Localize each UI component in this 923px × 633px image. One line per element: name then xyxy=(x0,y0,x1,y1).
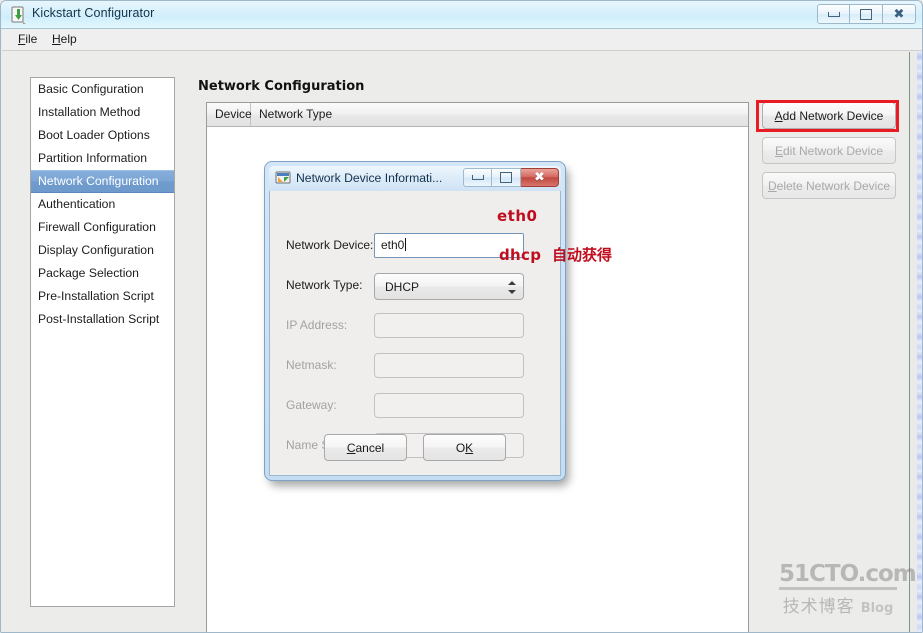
column-header-network-type[interactable]: Network Type xyxy=(251,103,421,126)
sidebar-item-label: Firewall Configuration xyxy=(38,220,156,234)
kickstart-icon xyxy=(11,6,26,24)
sidebar-item-label: Post-Installation Script xyxy=(38,312,160,326)
edit-network-device-label: dit Network Device xyxy=(782,143,884,158)
window-edge-strip-inner xyxy=(910,52,917,632)
minimize-button[interactable] xyxy=(817,4,850,24)
network-device-value: eth0 xyxy=(381,238,405,252)
menu-help[interactable]: Help xyxy=(48,32,81,46)
edit-network-device-button[interactable]: Edit Network Device xyxy=(762,137,896,164)
network-type-value: DHCP xyxy=(385,280,420,294)
column-header-device[interactable]: Device xyxy=(207,103,252,126)
gateway-label: Gateway: xyxy=(286,398,337,412)
sidebar-item-label: Basic Configuration xyxy=(38,82,144,96)
sidebar-item-label: Boot Loader Options xyxy=(38,128,150,142)
window-controls: ✖ xyxy=(817,4,916,24)
dialog-titlebar: Network Device Informati... ✖ xyxy=(269,166,561,191)
sidebar-item-label: Package Selection xyxy=(38,266,139,280)
window-edge-strip xyxy=(909,52,922,632)
dialog-footer: Cancel OK xyxy=(270,434,560,461)
menu-file-label: ile xyxy=(25,32,38,46)
section-list[interactable]: Basic Configuration Installation Method … xyxy=(30,77,175,607)
add-network-device-label: dd Network Device xyxy=(782,108,884,123)
network-type-label: Network Type: xyxy=(286,278,363,292)
dialog-maximize-button[interactable] xyxy=(492,168,521,187)
menu-file[interactable]: File xyxy=(14,32,41,46)
dialog-close-button[interactable]: ✖ xyxy=(521,168,559,187)
field-row-network-type: Network Type: DHCP xyxy=(270,273,560,301)
sidebar-item-package-selection[interactable]: Package Selection xyxy=(31,262,174,285)
sidebar-item-firewall-configuration[interactable]: Firewall Configuration xyxy=(31,216,174,239)
network-device-dialog: Network Device Informati... ✖ Network De… xyxy=(264,161,566,481)
sidebar-item-network-configuration[interactable]: Network Configuration xyxy=(31,170,174,193)
network-type-select[interactable]: DHCP xyxy=(374,273,524,300)
window-titlebar: Kickstart Configurator ✖ xyxy=(1,1,922,29)
sidebar-item-label: Display Configuration xyxy=(38,243,154,257)
menubar: File Help xyxy=(2,29,922,51)
ip-address-input[interactable] xyxy=(374,313,524,338)
sidebar-item-partition-information[interactable]: Partition Information xyxy=(31,147,174,170)
minimize-icon xyxy=(827,11,840,17)
maximize-icon xyxy=(500,172,512,183)
netmask-input[interactable] xyxy=(374,353,524,378)
sidebar-item-authentication[interactable]: Authentication xyxy=(31,193,174,216)
add-network-device-button[interactable]: Add Network Device xyxy=(762,102,896,129)
dialog-minimize-button[interactable] xyxy=(463,168,492,187)
cancel-post: ancel xyxy=(355,440,385,455)
network-device-icon xyxy=(275,171,291,184)
gateway-input[interactable] xyxy=(374,393,524,418)
minimize-icon xyxy=(471,175,484,180)
sidebar-item-label: Partition Information xyxy=(38,151,148,165)
close-icon: ✖ xyxy=(893,6,905,22)
table-header-row: Device Network Type xyxy=(207,103,748,127)
ok-pre: O xyxy=(455,440,466,455)
sidebar-item-installation-method[interactable]: Installation Method xyxy=(31,101,174,124)
sidebar-item-display-configuration[interactable]: Display Configuration xyxy=(31,239,174,262)
ok-button[interactable]: OK xyxy=(423,434,506,461)
dialog-body: Network Device: eth0 Network Type: DHCP xyxy=(269,191,561,476)
menu-help-label: elp xyxy=(60,32,77,46)
maximize-button[interactable] xyxy=(850,4,883,24)
sidebar-item-post-installation-script[interactable]: Post-Installation Script xyxy=(31,308,174,331)
field-row-ip-address: IP Address: xyxy=(270,313,560,341)
page-title: Network Configuration xyxy=(198,79,365,94)
sidebar-item-pre-installation-script[interactable]: Pre-Installation Script xyxy=(31,285,174,308)
netmask-label: Netmask: xyxy=(286,358,337,372)
sidebar-item-label: Authentication xyxy=(38,197,116,211)
sidebar-item-basic-configuration[interactable]: Basic Configuration xyxy=(31,78,174,101)
network-device-label: Network Device: xyxy=(286,238,374,252)
delete-network-device-label: elete Network Device xyxy=(776,178,891,193)
text-caret xyxy=(405,238,407,251)
sidebar-item-label: Pre-Installation Script xyxy=(38,289,154,303)
maximize-icon xyxy=(860,8,872,20)
sidebar-item-boot-loader-options[interactable]: Boot Loader Options xyxy=(31,124,174,147)
ip-address-label: IP Address: xyxy=(286,318,348,332)
network-device-input[interactable]: eth0 xyxy=(374,233,524,258)
sidebar-item-label: Installation Method xyxy=(38,105,141,119)
device-action-buttons: Add Network Device Edit Network Device D… xyxy=(762,102,896,207)
screenshot-root: Kickstart Configurator ✖ File Help Basic… xyxy=(0,0,923,633)
window-title: Kickstart Configurator xyxy=(32,6,155,20)
application-window: Kickstart Configurator ✖ File Help Basic… xyxy=(0,0,923,633)
delete-network-device-button[interactable]: Delete Network Device xyxy=(762,172,896,199)
dialog-title: Network Device Informati... xyxy=(296,171,443,185)
sidebar-item-label: Network Configuration xyxy=(38,174,159,188)
dialog-window-controls: ✖ xyxy=(463,168,559,187)
field-row-network-device: Network Device: eth0 xyxy=(270,233,560,261)
close-button[interactable]: ✖ xyxy=(883,4,916,24)
cancel-button[interactable]: Cancel xyxy=(324,434,407,461)
chevron-updown-icon xyxy=(507,278,516,296)
close-icon: ✖ xyxy=(534,170,545,185)
field-row-netmask: Netmask: xyxy=(270,353,560,381)
field-row-gateway: Gateway: xyxy=(270,393,560,421)
